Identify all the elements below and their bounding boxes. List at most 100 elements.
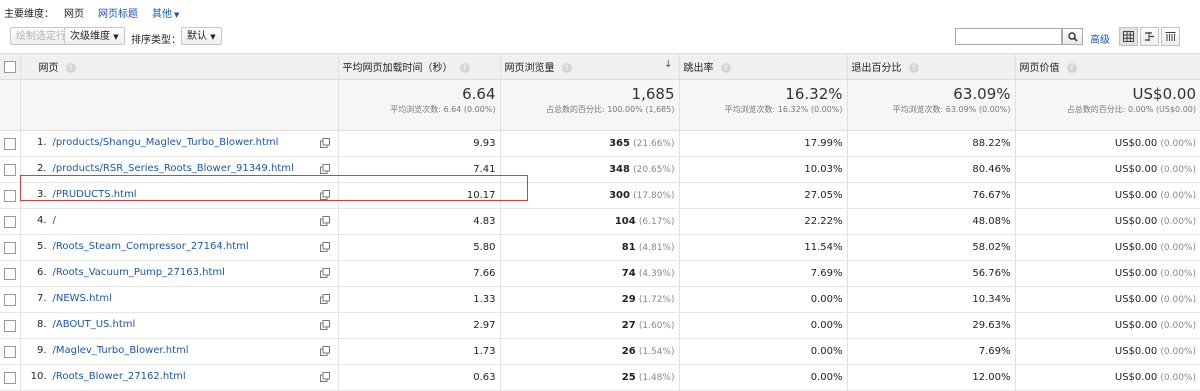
page-cell: 5. /Roots_Steam_Compressor_27164.html <box>20 234 339 261</box>
comparison-view-button[interactable] <box>1140 27 1159 46</box>
col-header-pageviews[interactable]: 网页浏览量? ↓ <box>500 53 680 80</box>
row-checkbox[interactable] <box>4 241 16 254</box>
row-index: 10. <box>30 370 47 382</box>
help-icon[interactable]: ? <box>561 63 572 73</box>
search-button[interactable] <box>1062 28 1083 45</box>
col-header-load-time[interactable]: 平均网页加载时间（秒）? <box>338 53 501 80</box>
external-link-icon[interactable] <box>319 293 330 307</box>
table-search-input[interactable] <box>955 28 1062 45</box>
summary-value: 63.09% <box>953 85 1011 103</box>
page-cell: 2. /products/RSR_Series_Roots_Blower_9134… <box>20 156 339 183</box>
sort-type-dropdown[interactable]: 默认 ▼ <box>181 27 222 45</box>
page-value: US$0.00 <box>1114 216 1158 227</box>
page-link[interactable]: /Roots_Steam_Compressor_27164.html <box>53 241 249 252</box>
help-icon[interactable]: ? <box>720 63 731 73</box>
page-value-pct: (0.00%) <box>1160 191 1196 201</box>
row-checkbox[interactable] <box>4 319 16 332</box>
help-icon[interactable]: ? <box>459 63 470 73</box>
external-link-icon[interactable] <box>319 163 330 177</box>
pageviews-value: 25 <box>621 372 636 383</box>
summary-empty-cell <box>20 79 339 131</box>
row-checkbox[interactable] <box>4 345 16 358</box>
dimension-other-link[interactable]: 其他 ▼ <box>152 5 179 20</box>
table-view-button[interactable] <box>1119 27 1138 46</box>
help-icon[interactable]: ? <box>908 63 919 73</box>
page-value-cell: US$0.00 (0.00%) <box>1015 260 1200 287</box>
page-link[interactable]: /Roots_Blower_27162.html <box>53 371 186 382</box>
external-link-icon[interactable] <box>319 215 330 229</box>
page-value-pct: (0.00%) <box>1160 373 1196 383</box>
advanced-filter-link[interactable]: 高级 <box>1090 31 1110 46</box>
pageviews-cell: 104 (6.17%) <box>500 208 680 235</box>
page-link[interactable]: /NEWS.html <box>53 293 112 304</box>
page-value: US$0.00 <box>1114 138 1158 149</box>
row-checkbox[interactable] <box>4 293 16 306</box>
bounce-rate-cell: 22.22% <box>679 208 848 235</box>
row-checkbox[interactable] <box>4 137 16 150</box>
row-index: 6. <box>36 266 47 278</box>
pageviews-pct: (20.65%) <box>633 165 675 175</box>
summary-sub: 平均浏览次数: 6.64 (0.00%) <box>390 105 496 114</box>
row-index: 1. <box>36 136 47 148</box>
exit-pct-cell: 76.67% <box>847 182 1016 209</box>
row-checkbox[interactable] <box>4 215 16 228</box>
row-index: 4. <box>36 214 47 226</box>
page-cell: 3. /PRUDUCTS.html <box>20 182 339 209</box>
page-value-pct: (0.00%) <box>1160 295 1196 305</box>
table-header-row: 网页? 平均网页加载时间（秒）? 网页浏览量? ↓ 跳出率? 退出百分比? 网页价… <box>0 53 1200 80</box>
help-icon[interactable]: ? <box>65 63 76 73</box>
col-header-page-value[interactable]: 网页价值? <box>1015 53 1200 80</box>
load-time-cell: 9.93 <box>338 130 501 157</box>
row-checkbox[interactable] <box>4 267 16 280</box>
page-link[interactable]: /PRUDUCTS.html <box>53 189 137 200</box>
col-header-page[interactable]: 网页? <box>20 53 339 80</box>
page-link[interactable]: / <box>53 215 56 226</box>
plot-rows-button[interactable]: 绘制选定行 <box>10 27 72 45</box>
row-select-cell <box>0 130 21 157</box>
row-select-cell <box>0 286 21 313</box>
summary-pageviews: 1,685 占总数的百分比: 100.00% (1,685) <box>500 79 680 131</box>
external-link-icon[interactable] <box>319 345 330 359</box>
row-select-cell <box>0 234 21 261</box>
table-row: 7. /NEWS.html 1.33 29 (1.72%) 0.00% 10.34… <box>0 286 1200 313</box>
row-checkbox[interactable] <box>4 371 16 384</box>
row-checkbox[interactable] <box>4 163 16 176</box>
table-row: 9. /Maglev_Turbo_Blower.html 1.73 26 (1.5… <box>0 338 1200 365</box>
help-icon[interactable]: ? <box>1066 63 1077 73</box>
col-header-exit-pct[interactable]: 退出百分比? <box>847 53 1016 80</box>
page-link[interactable]: /products/RSR_Series_Roots_Blower_91349.… <box>53 163 294 174</box>
page-link[interactable]: /ABOUT_US.html <box>53 319 136 330</box>
load-time-cell: 0.63 <box>338 364 501 391</box>
dimension-page-title-link[interactable]: 网页标题 <box>98 5 138 20</box>
external-link-icon[interactable] <box>319 241 330 255</box>
row-checkbox[interactable] <box>4 189 16 202</box>
external-link-icon[interactable] <box>319 267 330 281</box>
exit-pct-cell: 48.08% <box>847 208 1016 235</box>
page-link[interactable]: /Maglev_Turbo_Blower.html <box>53 345 189 356</box>
pageviews-pct: (1.72%) <box>638 295 675 305</box>
page-value-pct: (0.00%) <box>1160 243 1196 253</box>
external-link-icon[interactable] <box>319 189 330 203</box>
external-link-icon[interactable] <box>319 371 330 385</box>
bounce-rate-cell: 0.00% <box>679 312 848 339</box>
col-header-bounce-rate[interactable]: 跳出率? <box>679 53 848 80</box>
external-link-icon[interactable] <box>319 319 330 333</box>
page-link[interactable]: /products/Shangu_Maglev_Turbo_Blower.htm… <box>53 137 279 148</box>
secondary-dimension-label: 次级维度 <box>70 31 110 42</box>
page-value-cell: US$0.00 (0.00%) <box>1015 286 1200 313</box>
page-value: US$0.00 <box>1114 164 1158 175</box>
pageviews-pct: (4.81%) <box>638 243 675 253</box>
row-index: 5. <box>36 240 47 252</box>
pageviews-pct: (1.54%) <box>638 347 675 357</box>
summary-bounce-rate: 16.32% 平均浏览次数: 16.32% (0.00%) <box>679 79 848 131</box>
secondary-dimension-dropdown[interactable]: 次级维度 ▼ <box>64 27 125 45</box>
page-value-cell: US$0.00 (0.00%) <box>1015 182 1200 209</box>
exit-pct-cell: 10.34% <box>847 286 1016 313</box>
pivot-view-button[interactable] <box>1161 27 1180 46</box>
page-value-cell: US$0.00 (0.00%) <box>1015 234 1200 261</box>
select-all-checkbox[interactable] <box>4 60 16 73</box>
external-link-icon[interactable] <box>319 137 330 151</box>
row-select-cell <box>0 338 21 365</box>
bounce-rate-cell: 7.69% <box>679 260 848 287</box>
page-link[interactable]: /Roots_Vacuum_Pump_27163.html <box>53 267 225 278</box>
